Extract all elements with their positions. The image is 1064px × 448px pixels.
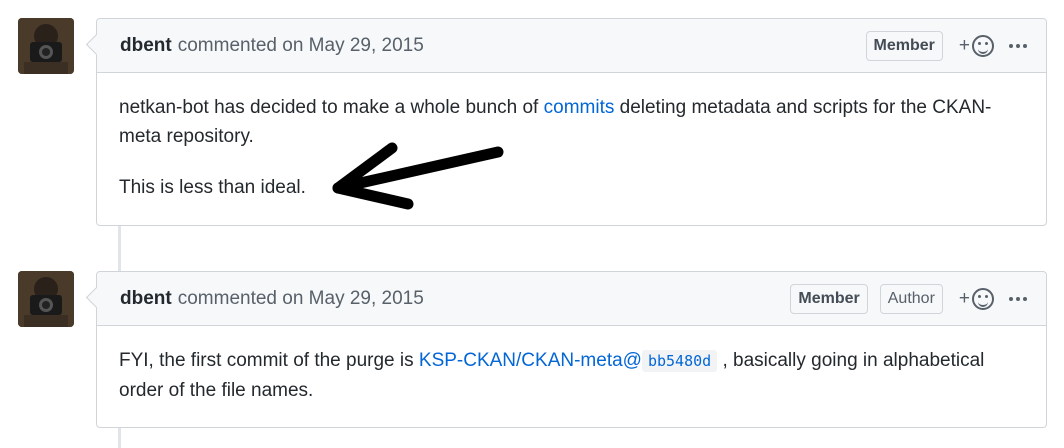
comment-paragraph: FYI, the first commit of the purge is KS… xyxy=(119,350,985,401)
avatar-photo xyxy=(18,18,74,74)
more-options-button[interactable] xyxy=(1006,40,1030,52)
comment-card: dbent commented on May 29, 2015 Member A… xyxy=(96,271,1047,428)
avatar[interactable] xyxy=(18,271,74,327)
timeline-line xyxy=(118,226,121,271)
member-badge: Member xyxy=(865,30,943,61)
comment-header: dbent commented on May 29, 2015 Member + xyxy=(97,19,1046,73)
author-badge: Author xyxy=(879,283,943,314)
avatar[interactable] xyxy=(18,18,74,74)
add-reaction-button[interactable]: + xyxy=(958,287,994,310)
smiley-icon xyxy=(972,34,994,57)
comment-timestamp[interactable]: commented on May 29, 2015 xyxy=(178,35,424,57)
plus-sign: + xyxy=(958,34,970,56)
comment-header: dbent commented on May 29, 2015 Member A… xyxy=(97,272,1046,326)
commit-reference-link[interactable]: KSP-CKAN/CKAN-meta@ bb5480d xyxy=(419,350,718,372)
kebab-icon xyxy=(1009,43,1013,48)
comment-card: dbent commented on May 29, 2015 Member +… xyxy=(96,18,1047,226)
more-options-button[interactable] xyxy=(1006,293,1030,305)
add-reaction-button[interactable]: + xyxy=(958,34,994,57)
comment-author[interactable]: dbent xyxy=(120,288,172,310)
plus-sign: + xyxy=(958,287,970,309)
timeline-line xyxy=(118,428,121,448)
avatar-photo xyxy=(18,271,74,327)
comment-author[interactable]: dbent xyxy=(120,35,172,57)
arrow-annotation xyxy=(332,142,504,210)
comment-body: FYI, the first commit of the purge is KS… xyxy=(97,326,1046,423)
smiley-icon xyxy=(972,287,994,310)
comment-timestamp[interactable]: commented on May 29, 2015 xyxy=(178,288,424,310)
commit-sha[interactable]: bb5480d xyxy=(641,350,718,372)
comment-paragraph: netkan-bot has decided to make a whole b… xyxy=(119,97,992,147)
member-badge: Member xyxy=(790,283,868,314)
kebab-icon xyxy=(1009,296,1013,301)
commits-link[interactable]: commits xyxy=(544,97,615,118)
comment-body: netkan-bot has decided to make a whole b… xyxy=(97,73,1046,220)
comment-paragraph: This is less than ideal. xyxy=(119,177,306,198)
